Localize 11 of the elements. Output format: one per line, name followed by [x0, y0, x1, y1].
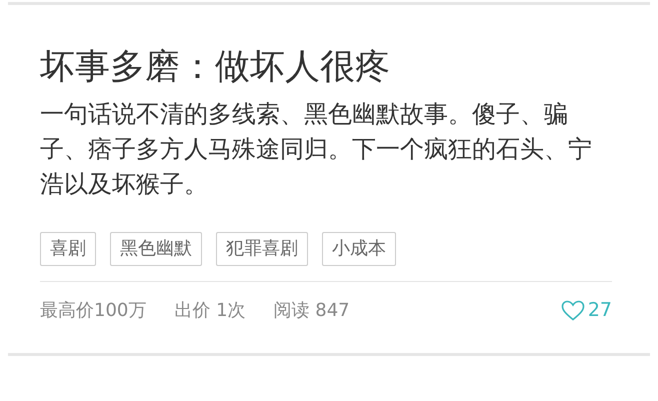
stat-text: 出价 1次: [174, 299, 246, 322]
like-count: 27: [588, 299, 612, 321]
stat-text: 最高价100万: [40, 299, 146, 322]
heart-icon[interactable]: [560, 300, 585, 320]
card-title: 坏事多磨：做坏人很疼: [40, 46, 391, 89]
tag[interactable]: 喜剧: [40, 232, 96, 266]
description: 一句话说不清的多线索、黑色幽默故事。傻子、骗子、痞子多方人马殊途同归。下一个疯狂的石头、宁浩以及坏猴子。: [40, 99, 593, 200]
tag[interactable]: 小成本: [322, 232, 396, 266]
stat-text: 阅读 847: [274, 299, 350, 322]
tag[interactable]: 犯罪喜剧: [216, 232, 308, 266]
tag[interactable]: 黑色幽默: [110, 232, 202, 266]
